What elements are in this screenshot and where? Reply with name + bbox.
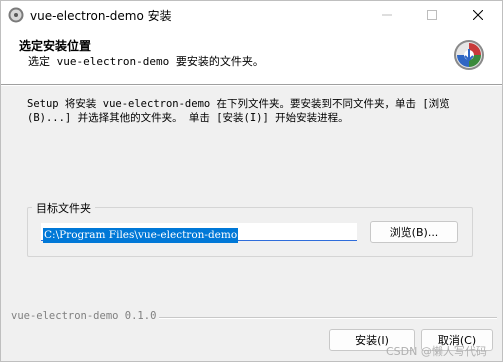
footer-divider-highlight (159, 318, 497, 319)
page-subtitle: 选定 vue-electron-demo 要安装的文件夹。 (28, 55, 264, 68)
minimize-button[interactable] (365, 1, 409, 29)
installer-window: vue-electron-demo 安装 选定安装位置 选定 vue-elect… (0, 0, 503, 362)
window-title: vue-electron-demo 安装 (30, 9, 172, 23)
branding-text: vue-electron-demo 0.1.0 (11, 310, 157, 322)
page-header: 选定安装位置 选定 vue-electron-demo 要安装的文件夹。 (1, 29, 502, 84)
close-button[interactable] (456, 1, 500, 29)
description-text: Setup 将安装 vue-electron-demo 在下列文件夹。要安装到不… (27, 98, 450, 124)
target-folder-label: 目标文件夹 (32, 200, 95, 216)
title-bar[interactable]: vue-electron-demo 安装 (1, 1, 502, 29)
header-divider-highlight (1, 85, 502, 86)
browse-button[interactable]: 浏览(B)... (370, 221, 458, 243)
install-path-input[interactable]: C:\Program Files\vue-electron-demo (41, 223, 357, 243)
app-icon (8, 7, 24, 23)
page-title: 选定安装位置 (19, 39, 92, 53)
maximize-button[interactable] (410, 1, 454, 29)
installer-disc-icon (453, 39, 485, 71)
watermark-text: CSDN @懒人写代码 (386, 345, 487, 358)
install-path-value: C:\Program Files\vue-electron-demo (43, 228, 239, 243)
